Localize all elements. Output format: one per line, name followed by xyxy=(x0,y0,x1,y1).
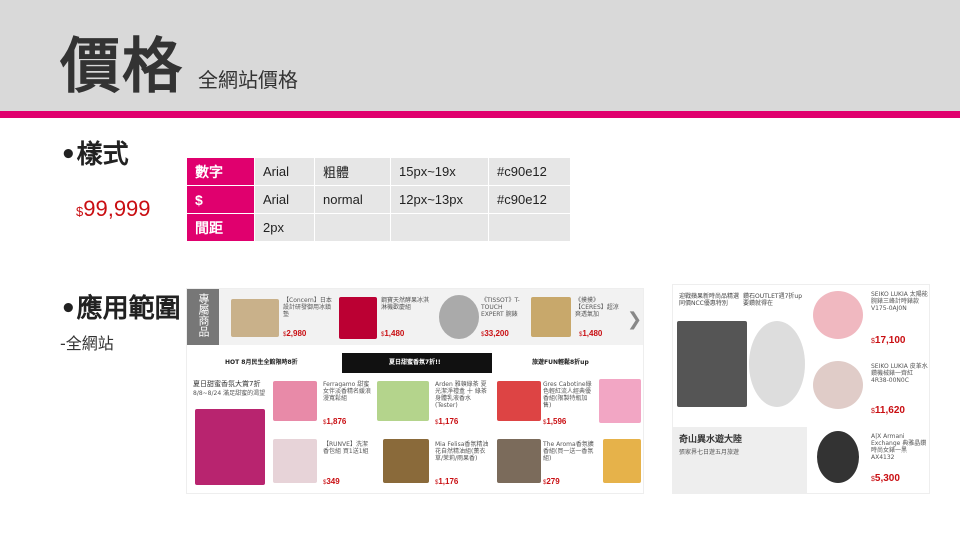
product-image xyxy=(383,439,429,483)
product-desc: Mia Felisa香氛精油花自然精油組(薰衣草/茉莉/雨果香) xyxy=(435,441,489,462)
watch-image xyxy=(813,291,863,339)
price-sample: $99,999 xyxy=(76,196,151,222)
product-desc: 《TISSOT》T-TOUCH EXPERT 腕錶 xyxy=(481,297,520,318)
price-value: 2,980 xyxy=(286,329,307,338)
side-tab: 專屬商品 xyxy=(187,289,219,345)
spec-color: #c90e12 xyxy=(488,157,571,186)
price-value: 349 xyxy=(326,477,340,486)
spec-font: Arial xyxy=(254,157,315,186)
product-image xyxy=(339,297,377,339)
watch-desc: SEIKO LUKIA 太陽能腕錶三峰計時錶款 V175-0AJ0N xyxy=(871,291,928,312)
watch-desc: SEIKO LUKIA 皮革水鑽機械錶一齊紅 4R38-00N0C xyxy=(871,363,928,384)
spec-label: 數字 xyxy=(186,157,255,186)
tab-perfume[interactable]: 夏日甜蜜香氛7折!! xyxy=(389,359,441,366)
table-row: 數字 Arial 粗體 15px~19x #c90e12 xyxy=(186,157,571,186)
banner-sub: 張家界七日遊五月旅遊 xyxy=(679,449,740,456)
price-value: 33,200 xyxy=(484,329,509,338)
product-image xyxy=(273,381,317,421)
spec-font: 2px xyxy=(254,213,315,242)
table-row: 間距 2px xyxy=(186,213,571,242)
price-value: 1,596 xyxy=(546,417,567,426)
product-desc: 《摸摸》【CERES】超涼爽透氣加 xyxy=(575,297,619,318)
spec-size xyxy=(390,213,489,242)
product-price: $1,596 xyxy=(543,417,566,426)
section-scope-heading: •應用範圍 xyxy=(60,294,181,324)
chevron-right-icon[interactable]: ❯ xyxy=(627,309,642,330)
spec-weight: 粗體 xyxy=(314,157,391,186)
product-price: $33,200 xyxy=(481,329,509,338)
tab-hot[interactable]: HOT 8月民生全館限時8折 xyxy=(225,359,298,366)
price-value: 1,176 xyxy=(438,417,459,426)
product-desc: 鋼寶天然酵果冰淇淋機歡慶組 xyxy=(381,297,430,311)
ring-image xyxy=(749,321,805,407)
product-desc: 【Concern】日本設計研發御用冰鎮墊 xyxy=(283,297,332,318)
spec-weight xyxy=(314,213,391,242)
accent-bar xyxy=(0,111,960,118)
product-desc: 【RUNVE】洗潔香包組 買1送1組 xyxy=(323,441,369,455)
product-price: $1,176 xyxy=(435,477,458,486)
spec-color: #c90e12 xyxy=(488,185,571,214)
spec-size: 12px~13px xyxy=(390,185,489,214)
product-price: $279 xyxy=(543,477,560,486)
product-price: $1,480 xyxy=(381,329,404,338)
price-value: 11,620 xyxy=(874,405,905,416)
watch-price: $11,620 xyxy=(871,405,905,416)
spec-font: Arial xyxy=(254,185,315,214)
promo-text: 迎戰蘋果新時尚品精選同價NCC優惠特別 xyxy=(679,293,740,307)
spec-size: 15px~19x xyxy=(390,157,489,186)
promo-title: 夏日甜蜜香氛大賞7折 xyxy=(193,380,261,388)
price-value: 1,176 xyxy=(438,477,459,486)
product-image xyxy=(603,439,641,483)
product-price: $1,176 xyxy=(435,417,458,426)
page-subtitle: 全網站價格 xyxy=(198,68,298,92)
spec-color xyxy=(488,213,571,242)
product-price: $1,480 xyxy=(579,329,602,338)
product-image xyxy=(231,299,279,337)
product-image xyxy=(497,381,541,421)
price-value: 1,480 xyxy=(582,329,603,338)
table-row: $ Arial normal 12px~13px #c90e12 xyxy=(186,185,571,214)
tab-travel[interactable]: 旅遊FUN輕鬆8折up xyxy=(532,359,589,366)
page-title: 價格 xyxy=(60,32,184,102)
product-image xyxy=(599,379,641,423)
product-desc: Arden 雅頓綠茶 夏光潔淨禮盒 十 綠茶身體乳液香水(Tester) xyxy=(435,381,487,409)
price-value: 1,876 xyxy=(326,417,347,426)
price-sample-value: 99,999 xyxy=(83,196,151,221)
product-desc: Ferragamo 甜蜜女伴淡香精名媛浪漫寬鬆組 xyxy=(323,381,372,402)
product-image xyxy=(531,297,571,337)
phone-image xyxy=(677,321,747,407)
site-screenshot-2: 迎戰蘋果新時尚品精選同價NCC優惠特別 鑽石OUTLET週7折up 要鑽就得在 … xyxy=(672,284,930,494)
price-value: 17,100 xyxy=(874,335,906,346)
style-spec-table: 數字 Arial 粗體 15px~19x #c90e12 $ Arial nor… xyxy=(186,157,571,242)
product-desc: The Aroma香氛擴香組(買一送一香氛組) xyxy=(543,441,594,462)
section-style-heading: •樣式 xyxy=(60,140,129,170)
product-image xyxy=(439,295,479,339)
promo-sub: 8/8~8/24 滿足甜蜜的渴望 xyxy=(193,390,266,397)
banner-title: 奇山異水遊大陸 xyxy=(679,435,743,445)
promo-text: 鑽石OUTLET週7折up 要鑽就得在 xyxy=(743,293,803,307)
price-value: 5,300 xyxy=(874,473,900,484)
price-value: 279 xyxy=(546,477,560,486)
product-price: $349 xyxy=(323,477,340,486)
product-image xyxy=(377,381,429,421)
section-scope-sub: -全網站 xyxy=(60,334,114,353)
product-image xyxy=(497,439,541,483)
product-image xyxy=(273,439,317,483)
site-screenshot-1: 專屬商品 【Concern】日本設計研發御用冰鎮墊 $2,980 鋼寶天然酵果冰… xyxy=(186,288,644,494)
watch-price: $17,100 xyxy=(871,335,906,346)
watch-price: $5,300 xyxy=(871,473,900,484)
product-price: $2,980 xyxy=(283,329,306,338)
watch-desc: A|X Armani Exchange 典雅晶鑽時尚女錶一黑 AX4132 xyxy=(871,433,927,461)
spec-label: $ xyxy=(186,185,255,214)
spec-weight: normal xyxy=(314,185,391,214)
product-desc: Gres Cabotine綠色輕紅流人經典優香組(限製特瓶加售) xyxy=(543,381,592,409)
product-price: $1,876 xyxy=(323,417,346,426)
price-value: 1,480 xyxy=(384,329,405,338)
watch-image xyxy=(813,361,863,409)
watch-image xyxy=(817,431,859,483)
promo-image xyxy=(195,409,265,485)
spec-label: 間距 xyxy=(186,213,255,242)
